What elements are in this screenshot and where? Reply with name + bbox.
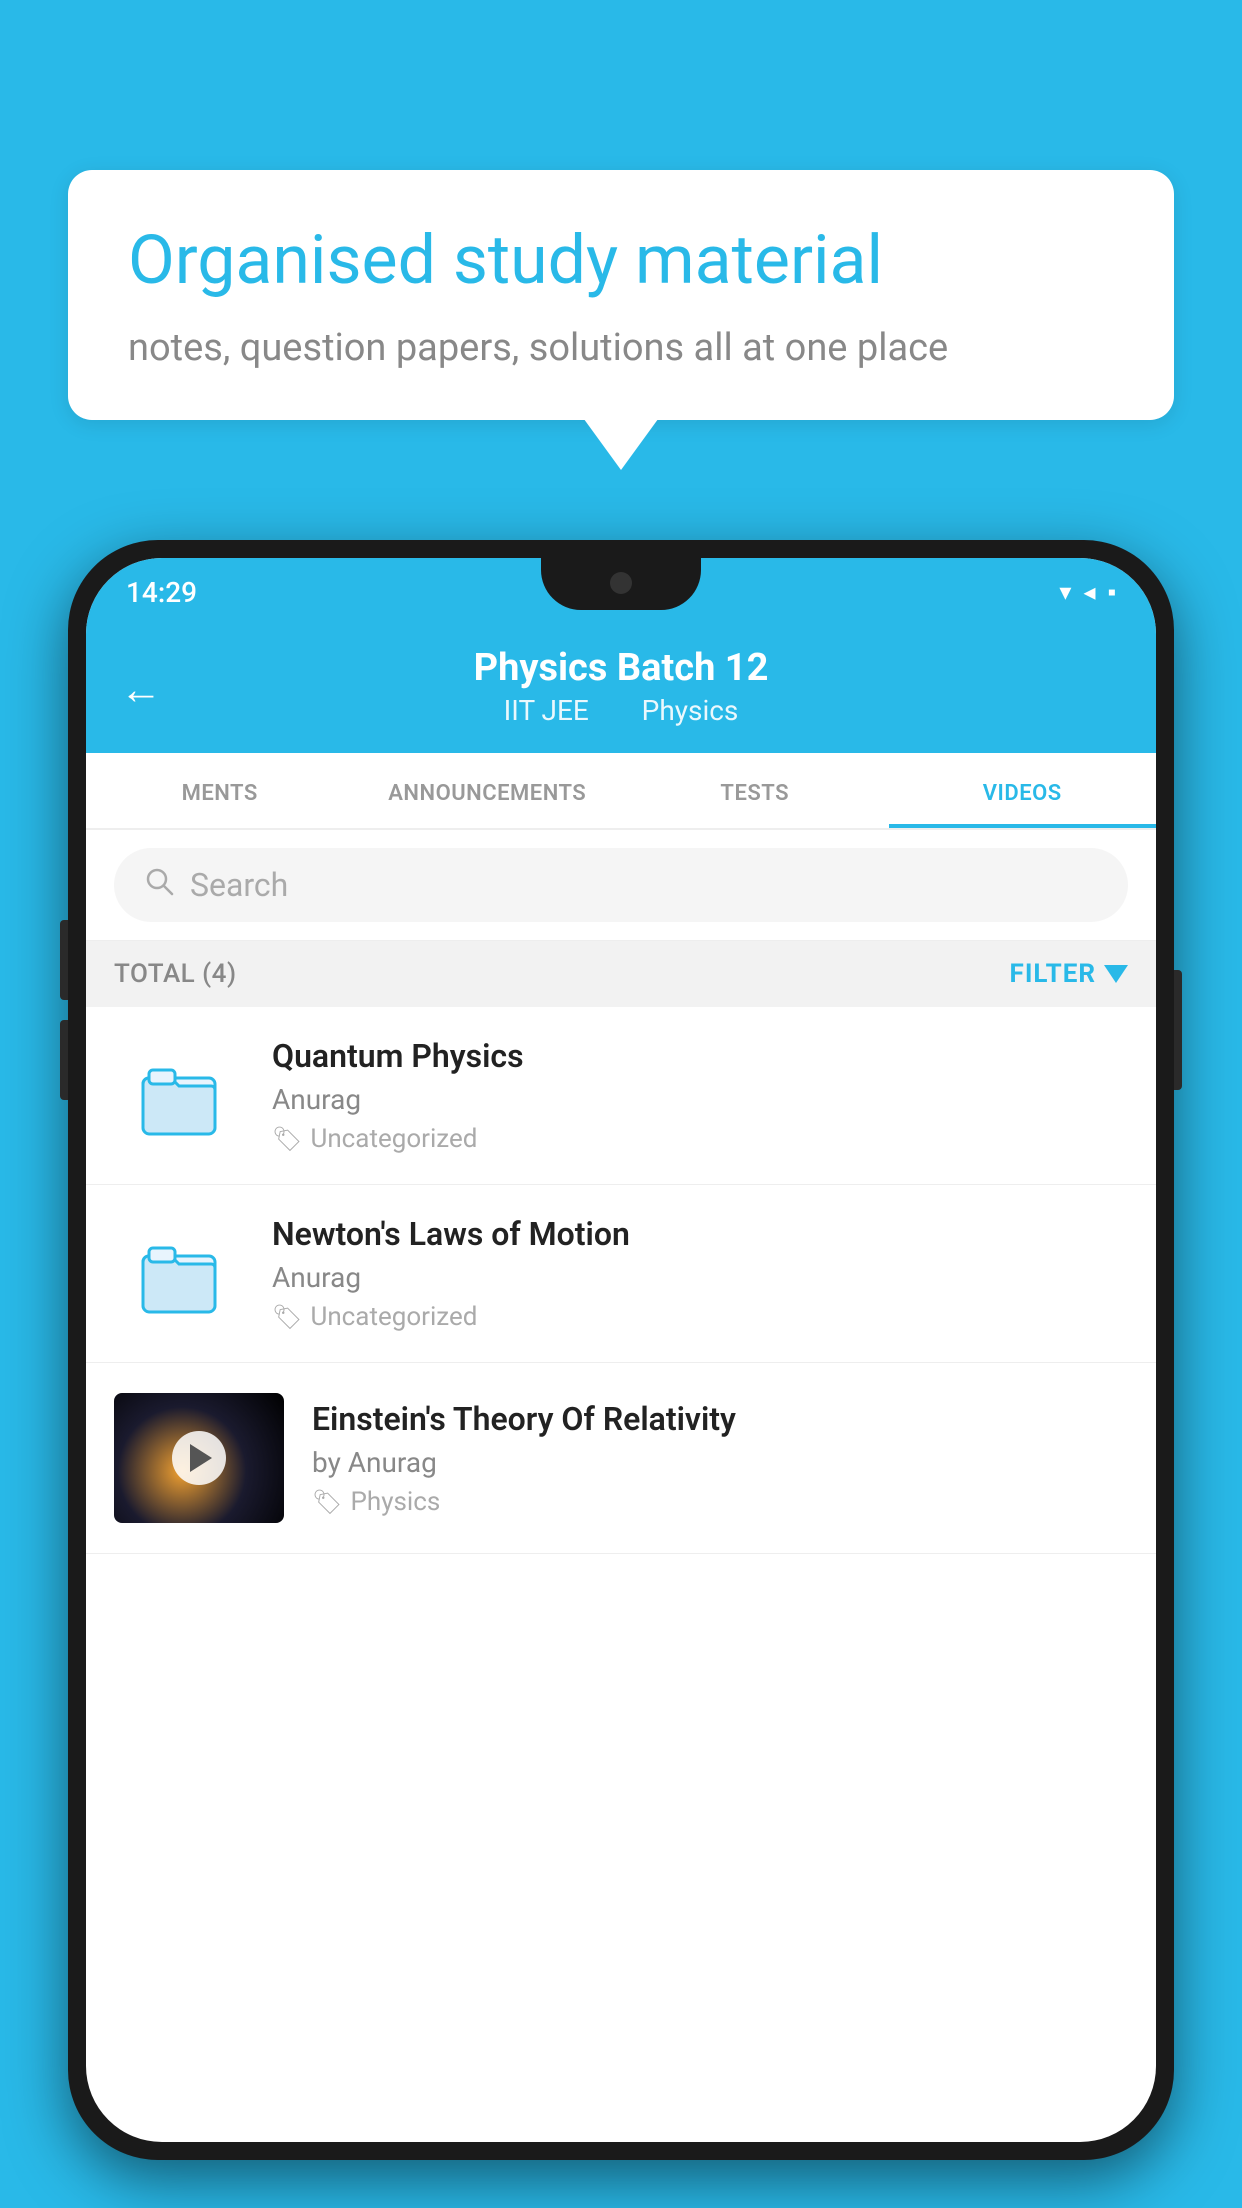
- volume-down-button[interactable]: [60, 1020, 68, 1100]
- tab-ments[interactable]: MENTS: [86, 753, 354, 828]
- tab-videos[interactable]: VIDEOS: [889, 753, 1157, 828]
- tab-announcements[interactable]: ANNOUNCEMENTS: [354, 753, 622, 828]
- back-button[interactable]: ←: [120, 665, 162, 714]
- header-title-group: Physics Batch 12 IIT JEE Physics: [474, 646, 769, 727]
- status-time: 14:29: [126, 576, 197, 609]
- filter-icon: [1104, 965, 1128, 983]
- wifi-icon: ▾: [1059, 578, 1071, 606]
- signal-icon: ◂: [1083, 578, 1095, 606]
- list-item[interactable]: Einstein's Theory Of Relativity by Anura…: [86, 1363, 1156, 1554]
- app-header: ← Physics Batch 12 IIT JEE Physics: [86, 626, 1156, 753]
- speech-bubble: Organised study material notes, question…: [68, 170, 1174, 420]
- video-info: Einstein's Theory Of Relativity by Anura…: [312, 1400, 1128, 1517]
- video-tag: 🏷 Uncategorized: [272, 1302, 1128, 1332]
- tag-icon: 🏷: [272, 1303, 302, 1331]
- filter-bar: TOTAL (4) FILTER: [86, 941, 1156, 1007]
- list-item[interactable]: Quantum Physics Anurag 🏷 Uncategorized: [86, 1007, 1156, 1185]
- status-bar: 14:29 ▾ ◂ ▪: [86, 558, 1156, 626]
- tag-label: Uncategorized: [310, 1124, 477, 1154]
- video-author: Anurag: [272, 1261, 1128, 1294]
- tag-icon: 🏷: [272, 1125, 302, 1153]
- phone-outer: 14:29 ▾ ◂ ▪ ← Physics Batch 12 IIT JEE: [68, 540, 1174, 2160]
- play-button[interactable]: [172, 1431, 226, 1485]
- folder-icon: [139, 1234, 219, 1314]
- phone-wrapper: 14:29 ▾ ◂ ▪ ← Physics Batch 12 IIT JEE: [68, 540, 1174, 2160]
- search-container: Search: [86, 830, 1156, 941]
- header-title: Physics Batch 12: [474, 646, 769, 690]
- camera: [610, 572, 632, 594]
- play-icon: [190, 1444, 212, 1472]
- search-bar[interactable]: Search: [114, 848, 1128, 922]
- video-title: Newton's Laws of Motion: [272, 1215, 1128, 1253]
- tag-icon: 🏷: [312, 1488, 342, 1516]
- video-tag: 🏷 Uncategorized: [272, 1124, 1128, 1154]
- power-button[interactable]: [1174, 970, 1182, 1090]
- header-subtitle-separator: [612, 694, 626, 727]
- video-author: by Anurag: [312, 1446, 1128, 1479]
- tag-label: Uncategorized: [310, 1302, 477, 1332]
- header-subtitle: IIT JEE Physics: [474, 694, 769, 727]
- video-list: Quantum Physics Anurag 🏷 Uncategorized: [86, 1007, 1156, 1554]
- video-title: Quantum Physics: [272, 1037, 1128, 1075]
- video-author: Anurag: [272, 1083, 1128, 1116]
- folder-icon-container: [134, 1229, 224, 1319]
- bubble-subtitle: notes, question papers, solutions all at…: [128, 326, 1114, 370]
- header-subtitle-physics: Physics: [642, 694, 739, 727]
- list-item[interactable]: Newton's Laws of Motion Anurag 🏷 Uncateg…: [86, 1185, 1156, 1363]
- search-icon: [144, 866, 174, 904]
- search-placeholder: Search: [190, 866, 288, 904]
- phone-screen: 14:29 ▾ ◂ ▪ ← Physics Batch 12 IIT JEE: [86, 558, 1156, 2142]
- bubble-title: Organised study material: [128, 220, 1114, 302]
- folder-icon-container: [134, 1051, 224, 1141]
- video-thumbnail: [114, 1393, 284, 1523]
- filter-label: FILTER: [1010, 959, 1096, 989]
- battery-icon: ▪: [1107, 578, 1116, 607]
- video-info: Newton's Laws of Motion Anurag 🏷 Uncateg…: [272, 1215, 1128, 1332]
- total-count: TOTAL (4): [114, 959, 237, 989]
- filter-button[interactable]: FILTER: [1010, 959, 1128, 989]
- video-title: Einstein's Theory Of Relativity: [312, 1400, 1128, 1438]
- video-tag: 🏷 Physics: [312, 1487, 1128, 1517]
- notch: [541, 558, 701, 610]
- status-icons: ▾ ◂ ▪: [1059, 578, 1116, 607]
- tag-label: Physics: [350, 1487, 440, 1517]
- tab-bar: MENTS ANNOUNCEMENTS TESTS VIDEOS: [86, 753, 1156, 830]
- video-info: Quantum Physics Anurag 🏷 Uncategorized: [272, 1037, 1128, 1154]
- tab-tests[interactable]: TESTS: [621, 753, 889, 828]
- folder-icon: [139, 1056, 219, 1136]
- volume-up-button[interactable]: [60, 920, 68, 1000]
- header-subtitle-iitjee: IIT JEE: [504, 694, 589, 727]
